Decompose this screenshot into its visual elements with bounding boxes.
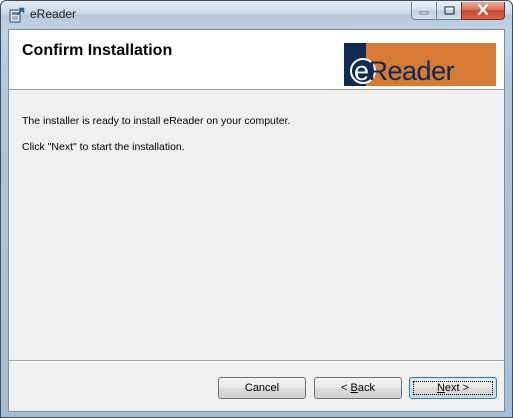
logo-text-rest: Reader — [368, 56, 455, 86]
maximize-button[interactable] — [436, 2, 462, 20]
logo-text-first: e — [354, 56, 369, 86]
maximize-icon — [443, 2, 455, 20]
back-button-label: < Back — [341, 382, 375, 394]
ereader-logo: eReader — [344, 43, 496, 86]
window-title: eReader — [30, 7, 77, 21]
minimize-button[interactable] — [411, 2, 437, 20]
instruction-message: Click "Next" to start the installation. — [22, 141, 185, 153]
next-button[interactable]: Next > — [409, 377, 497, 399]
ready-message: The installer is ready to install eReade… — [22, 115, 291, 127]
installer-client-area: Confirm Installation eReader The install… — [8, 29, 505, 412]
close-icon — [477, 2, 489, 20]
installer-window: eReader Confirm Installation eReader The… — [0, 0, 513, 418]
cancel-button-label: Cancel — [244, 382, 280, 394]
back-prefix: < — [341, 382, 351, 394]
close-button[interactable] — [461, 2, 505, 20]
title-bar[interactable]: eReader — [1, 1, 512, 29]
page-title: Confirm Installation — [22, 42, 173, 59]
logo-text: eReader — [354, 56, 455, 86]
focus-rectangle — [413, 381, 493, 395]
back-accel: B — [350, 382, 358, 394]
back-rest: ack — [357, 382, 375, 394]
button-separator — [9, 360, 504, 362]
banner: Confirm Installation eReader — [9, 30, 504, 90]
back-button[interactable]: < Back — [314, 377, 402, 399]
cancel-button[interactable]: Cancel — [218, 377, 306, 399]
installer-package-icon[interactable] — [9, 7, 25, 23]
minimize-icon — [419, 2, 429, 20]
